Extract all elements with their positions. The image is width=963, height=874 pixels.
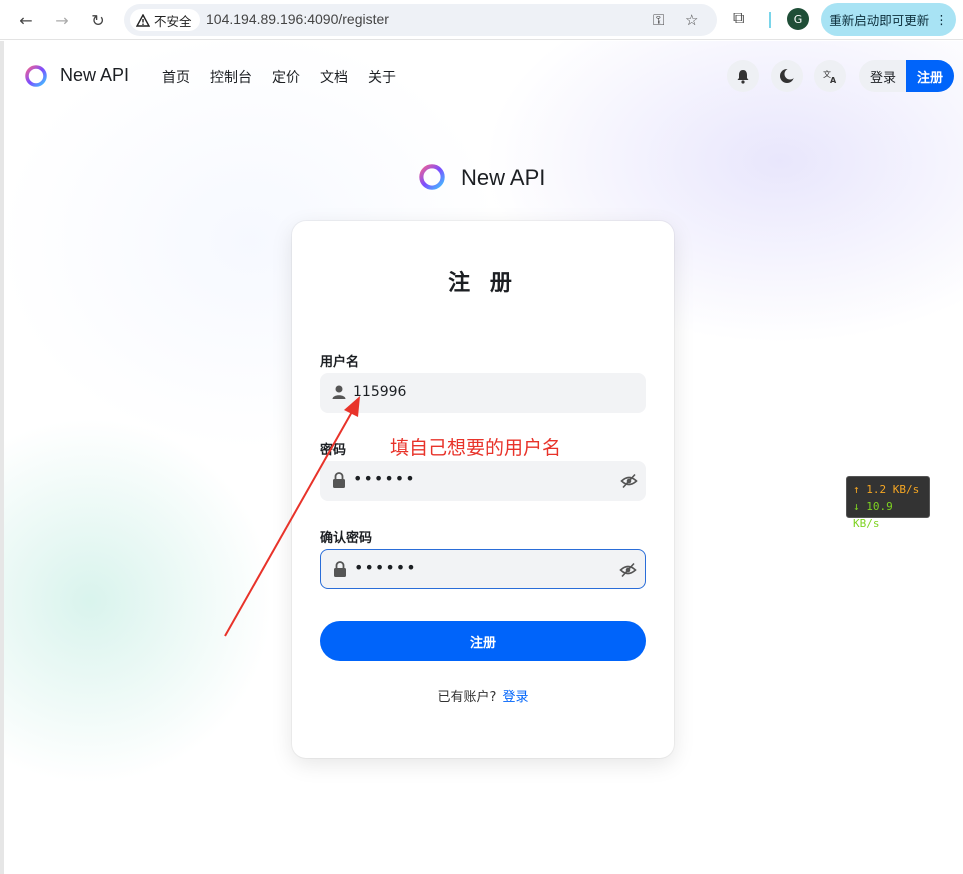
profile-avatar[interactable]: G (787, 8, 809, 30)
warning-icon (136, 13, 150, 27)
upload-speed: ↑ 1.2 KB/s (853, 483, 920, 496)
site-name[interactable]: New API (60, 65, 129, 86)
translate-icon[interactable]: 文A (814, 60, 846, 92)
username-label: 用户名 (320, 355, 360, 370)
nav-about[interactable]: 关于 (368, 67, 396, 87)
nav-home[interactable]: 首页 (162, 67, 190, 87)
header-login-button[interactable]: 登录 (859, 60, 907, 92)
nav-docs[interactable]: 文档 (320, 67, 348, 87)
security-chip[interactable]: 不安全 (130, 9, 200, 31)
nav-console[interactable]: 控制台 (210, 67, 252, 87)
brand-name: New API (461, 165, 546, 190)
eye-off-icon[interactable] (619, 561, 637, 579)
network-speed-widget: ↑ 1.2 KB/s ↓ 10.9 KB/s (846, 476, 930, 530)
bell-icon[interactable] (727, 60, 759, 92)
menu-icon: ⋮ (935, 12, 948, 27)
star-icon[interactable]: ☆ (685, 11, 698, 29)
form-title: 注 册 (448, 271, 518, 296)
security-label: 不安全 (154, 13, 192, 29)
update-button[interactable]: 重新启动即可更新 ⋮ (821, 3, 956, 36)
back-icon[interactable]: ← (15, 9, 37, 31)
moon-icon[interactable] (771, 60, 803, 92)
download-speed: ↓ 10.9 KB/s (853, 500, 893, 530)
brand-logo-icon (419, 164, 445, 190)
annotation-arrow-icon (224, 396, 360, 637)
page-bottom-area (0, 806, 963, 874)
url-text[interactable]: 104.194.89.196:4090/register (206, 11, 389, 27)
login-link[interactable]: 登录 (502, 690, 528, 705)
page-content: New API 首页 控制台 定价 文档 关于 文A 登录 注册 New API… (0, 41, 963, 874)
address-bar[interactable]: 不安全 104.194.89.196:4090/register ⚿ ☆ (124, 4, 717, 36)
logo-icon[interactable] (25, 65, 47, 87)
forward-icon[interactable]: → (51, 9, 73, 31)
header-register-button[interactable]: 注册 (906, 60, 954, 92)
reload-icon[interactable]: ↻ (87, 9, 109, 31)
nav-pricing[interactable]: 定价 (272, 67, 300, 87)
browser-toolbar: ← → ↻ 不安全 104.194.89.196:4090/register ⚿… (0, 0, 963, 40)
eye-off-icon[interactable] (620, 472, 638, 490)
login-prompt: 已有账户? 登录 (292, 686, 674, 705)
left-edge (0, 41, 4, 874)
login-prompt-text: 已有账户? (437, 690, 497, 705)
svg-text:A: A (830, 76, 837, 84)
update-label: 重新启动即可更新 (829, 13, 930, 28)
extensions-icon[interactable]: ⧉ (733, 8, 744, 28)
key-icon[interactable]: ⚿ (653, 11, 664, 29)
annotation-text: 填自己想要的用户名 (390, 437, 562, 459)
toolbar-divider (769, 12, 771, 28)
